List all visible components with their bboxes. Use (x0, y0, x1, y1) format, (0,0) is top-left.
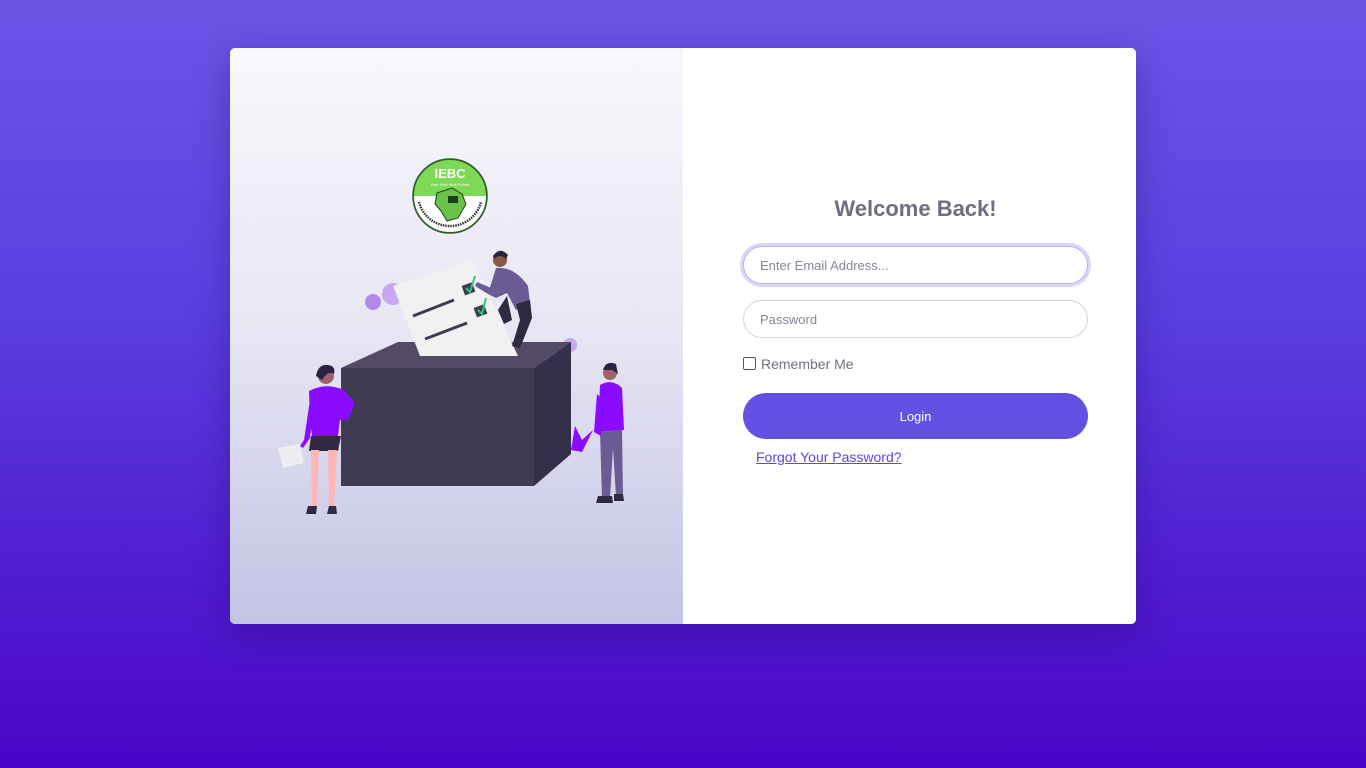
password-input[interactable] (743, 300, 1088, 338)
illustration-panel: IEBC Your Vote Your Future (230, 48, 683, 624)
login-button[interactable]: Login (743, 393, 1088, 439)
page-title: Welcome Back! (834, 196, 997, 221)
decor-dot (365, 294, 381, 310)
logo-tagline: Your Vote Your Future (431, 182, 471, 187)
voting-illustration: IEBC Your Vote Your Future (278, 158, 624, 514)
forgot-password-link[interactable]: Forgot Your Password? (756, 449, 902, 465)
login-card: IEBC Your Vote Your Future Welcome Back!… (230, 48, 1136, 624)
person-man (594, 362, 624, 503)
ballot-box (341, 342, 593, 486)
remember-me-option[interactable]: Remember Me (743, 356, 854, 372)
remember-me-checkbox[interactable] (743, 356, 756, 370)
logo-text: IEBC (434, 166, 466, 181)
iebc-logo: IEBC Your Vote Your Future (412, 158, 488, 234)
leaf-decor (571, 426, 593, 452)
login-panel: Welcome Back! Remember Me Login Forgot Y… (683, 48, 1136, 624)
email-input[interactable] (743, 246, 1088, 284)
remember-me-label: Remember Me (761, 356, 854, 372)
